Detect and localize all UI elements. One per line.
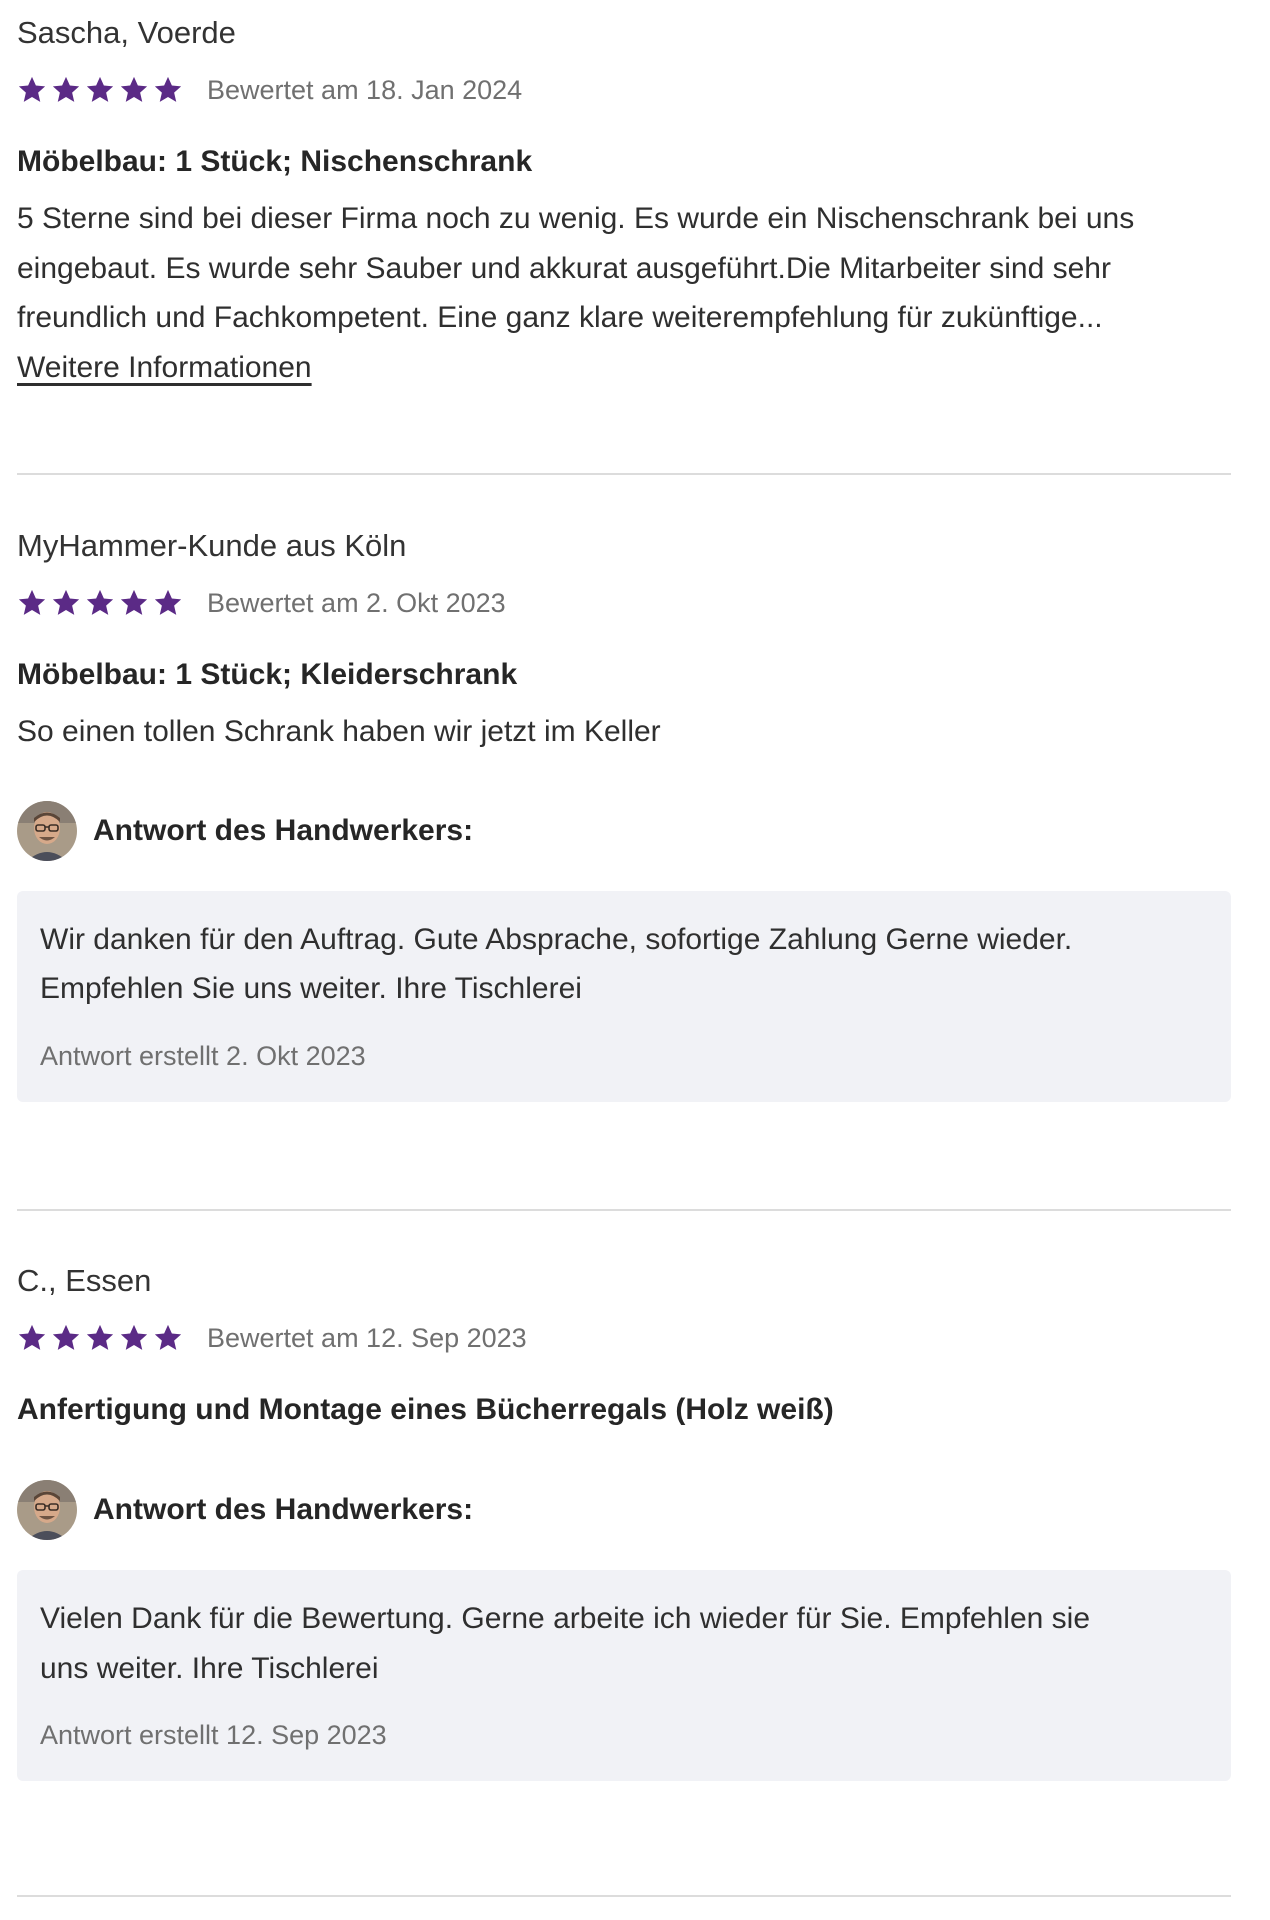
- review-text-line: eingebaut. Es wurde sehr Sauber und akku…: [17, 251, 1111, 285]
- star-icon: [52, 1324, 80, 1350]
- star-icon: [86, 76, 114, 102]
- review-title: Anfertigung und Montage eines Bücherrega…: [17, 1393, 834, 1426]
- star-rating: [17, 1323, 187, 1353]
- review-date: Bewertet am 2. Okt 2023: [207, 587, 506, 618]
- answer-box: Wir danken für den Auftrag. Gute Absprac…: [17, 890, 1231, 1102]
- review-divider: [17, 1895, 1231, 1897]
- review-date: Bewertet am 12. Sep 2023: [207, 1322, 527, 1353]
- answer-text: Vielen Dank für die Bewertung. Gerne arb…: [40, 1594, 1208, 1693]
- rating-row: Bewertet am 12. Sep 2023: [17, 1320, 1231, 1356]
- answer-text-line: Vielen Dank für die Bewertung. Gerne arb…: [40, 1602, 1091, 1635]
- answer-text: Wir danken für den Auftrag. Gute Absprac…: [40, 915, 1208, 1014]
- star-icon: [154, 1324, 182, 1350]
- star-icon: [120, 76, 148, 102]
- star-rating: [17, 75, 187, 105]
- star-icon: [120, 1324, 148, 1350]
- answer-label: Antwort des Handwerkers:: [93, 1493, 474, 1526]
- review-author: MyHammer-Kunde aus Köln: [17, 528, 407, 563]
- answer-date: Antwort erstellt 12. Sep 2023: [40, 1720, 387, 1750]
- review-title: Möbelbau: 1 Stück; Nischenschrank: [17, 145, 533, 178]
- rating-row: Bewertet am 18. Jan 2024: [17, 72, 1231, 108]
- star-icon: [154, 76, 182, 102]
- review-text-line: So einen tollen Schrank haben wir jetzt …: [17, 715, 661, 748]
- answer-label: Antwort des Handwerkers:: [93, 813, 474, 847]
- star-icon: [52, 589, 80, 615]
- craftsman-avatar: [17, 800, 77, 861]
- answer-text-line: Wir danken für den Auftrag. Gute Absprac…: [40, 922, 1073, 956]
- star-icon: [18, 1324, 46, 1350]
- review-title: Möbelbau: 1 Stück; Kleiderschrank: [17, 658, 518, 691]
- star-icon: [18, 589, 46, 615]
- review-divider: [17, 1209, 1231, 1211]
- answer-date: Antwort erstellt 2. Okt 2023: [40, 1040, 366, 1071]
- answer-header: Antwort des Handwerkers:: [17, 800, 1231, 861]
- avatar: [17, 800, 77, 861]
- answer-text-line: Empfehlen Sie uns weiter. Ihre Tischlere…: [40, 972, 582, 1005]
- star-icon: [86, 589, 114, 615]
- star-icon: [52, 76, 80, 102]
- answer-header: Antwort des Handwerkers:: [17, 1480, 1231, 1540]
- star-icon: [120, 589, 148, 615]
- reviews-list: Sascha, Voerde Bewertet am 18. Jan 2024 …: [0, 0, 1270, 1920]
- review-author: C., Essen: [17, 1263, 152, 1298]
- review-item: MyHammer-Kunde aus Köln Bewertet am 2. O…: [17, 527, 1231, 1102]
- review-item: C., Essen Bewertet am 12. Sep 2023 Anfer…: [17, 1262, 1231, 1781]
- answer-box: Vielen Dank für die Bewertung. Gerne arb…: [17, 1570, 1231, 1781]
- review-text: 5 Sterne sind bei dieser Firma noch zu w…: [17, 194, 1231, 343]
- answer-text-line: uns weiter. Ihre Tischlerei: [40, 1651, 379, 1685]
- review-author: Sascha, Voerde: [17, 15, 236, 50]
- star-rating: [17, 588, 187, 618]
- avatar: [17, 1480, 77, 1540]
- review-divider: [17, 473, 1231, 475]
- review-date: Bewertet am 18. Jan 2024: [207, 74, 523, 105]
- review-text-line: 5 Sterne sind bei dieser Firma noch zu w…: [17, 202, 1135, 235]
- review-text: So einen tollen Schrank haben wir jetzt …: [17, 707, 1231, 757]
- star-icon: [154, 589, 182, 615]
- craftsman-avatar: [17, 1480, 77, 1540]
- review-text-line: freundlich und Fachkompetent. Eine ganz …: [17, 301, 1103, 334]
- rating-row: Bewertet am 2. Okt 2023: [17, 585, 1231, 621]
- star-icon: [18, 76, 46, 102]
- star-icon: [86, 1324, 114, 1350]
- more-info-link[interactable]: Weitere Informationen: [17, 343, 312, 393]
- review-item: Sascha, Voerde Bewertet am 18. Jan 2024 …: [17, 14, 1231, 393]
